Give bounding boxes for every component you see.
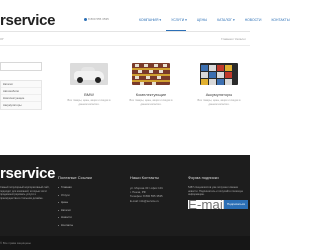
sidebar-item-parts[interactable]: Комплектующие bbox=[1, 95, 41, 102]
phone-text: 8 800 555 3535 bbox=[88, 17, 109, 21]
nav-contacts[interactable]: КОНТАКТЫ bbox=[266, 17, 294, 23]
site-logo[interactable]: rservice bbox=[0, 12, 55, 29]
nav-services[interactable]: УСЛУГИ ▾ bbox=[166, 17, 192, 23]
nav-catalog[interactable]: КАТАЛОГ ▾ bbox=[212, 17, 240, 23]
contact-phone[interactable]: Телефон: 8 800 555 3535 bbox=[130, 194, 163, 198]
footer-bottom: © Все права защищены bbox=[0, 236, 250, 250]
footer: rservice Самый популярный корпоративный … bbox=[0, 155, 250, 250]
product-card-bmw[interactable]: BMW Все товары, цены, акции и скидки в д… bbox=[60, 63, 118, 106]
sidebar-item-catalog[interactable]: Каталог bbox=[1, 81, 41, 88]
product-title[interactable]: Аккумуляторы bbox=[190, 92, 248, 97]
header-divider bbox=[0, 31, 250, 32]
phone-number[interactable]: 8 800 555 3535 bbox=[84, 17, 109, 21]
sidebar-menu: Каталог Автомобили Комплектующие Аккумул… bbox=[0, 80, 42, 110]
product-desc: Все товары, цены, акции и скидки в данно… bbox=[129, 99, 173, 106]
product-desc: Все товары, цены, акции и скидки в данно… bbox=[67, 99, 111, 106]
copyright: © Все права защищены bbox=[0, 241, 31, 245]
footer-contacts-title: Наши Контакты bbox=[130, 175, 159, 180]
product-desc: Все товары, цены, акции и скидки в данно… bbox=[197, 99, 241, 106]
search-input[interactable] bbox=[0, 62, 42, 71]
product-title[interactable]: Комплектующие bbox=[122, 92, 180, 97]
footer-logo[interactable]: rservice bbox=[0, 165, 55, 182]
footer-link[interactable]: Контакты bbox=[58, 223, 73, 232]
footer-links: Главная Услуги Цены Каталог Новости Конт… bbox=[58, 186, 73, 231]
sidebar-item-batteries[interactable]: Аккумуляторы bbox=[1, 102, 41, 109]
parts-image[interactable] bbox=[132, 63, 170, 85]
sidebar-item-cars[interactable]: Автомобили bbox=[1, 88, 41, 95]
contact-email[interactable]: E-mail: info@service.ru bbox=[130, 199, 163, 203]
footer-subscribe-text: 5487 специалистов уже получают свежие но… bbox=[188, 186, 244, 197]
nav-prices[interactable]: ЦЕНЫ bbox=[192, 17, 212, 23]
battery-image[interactable] bbox=[200, 63, 238, 85]
nav-news[interactable]: НОВОСТИ bbox=[240, 17, 267, 23]
main-nav: КОМПАНИЯ ▾ УСЛУГИ ▾ ЦЕНЫ КАТАЛОГ ▾ НОВОС… bbox=[134, 17, 295, 23]
product-title[interactable]: BMW bbox=[60, 92, 118, 97]
footer-contacts: ул. Мороза 30 / офис 101 г. Пенза, РФ Те… bbox=[130, 186, 163, 203]
subscribe-email-input[interactable] bbox=[188, 200, 224, 209]
footer-about: Самый популярный корпоративный сайт, под… bbox=[0, 186, 50, 200]
header: rservice 8 800 555 3535 КОМПАНИЯ ▾ УСЛУГ… bbox=[0, 0, 290, 32]
product-card-batteries[interactable]: Аккумуляторы Все товары, цены, акции и с… bbox=[190, 63, 248, 106]
sidebar: Каталог Автомобили Комплектующие Аккумул… bbox=[0, 58, 42, 110]
breadcrumb-divider bbox=[0, 45, 250, 46]
footer-links-title: Полезные Ссылки bbox=[58, 175, 92, 180]
product-card-parts[interactable]: Комплектующие Все товары, цены, акции и … bbox=[122, 63, 180, 106]
subscribe-button[interactable]: Подписаться bbox=[224, 200, 248, 209]
car-image[interactable] bbox=[70, 63, 108, 85]
footer-subscribe-title: Форма подписки bbox=[188, 175, 219, 180]
nav-company[interactable]: КОМПАНИЯ ▾ bbox=[134, 17, 166, 23]
phone-icon bbox=[84, 17, 87, 21]
breadcrumb[interactable]: Главная / Каталог bbox=[221, 37, 246, 41]
page-title: ОГ bbox=[0, 37, 4, 41]
